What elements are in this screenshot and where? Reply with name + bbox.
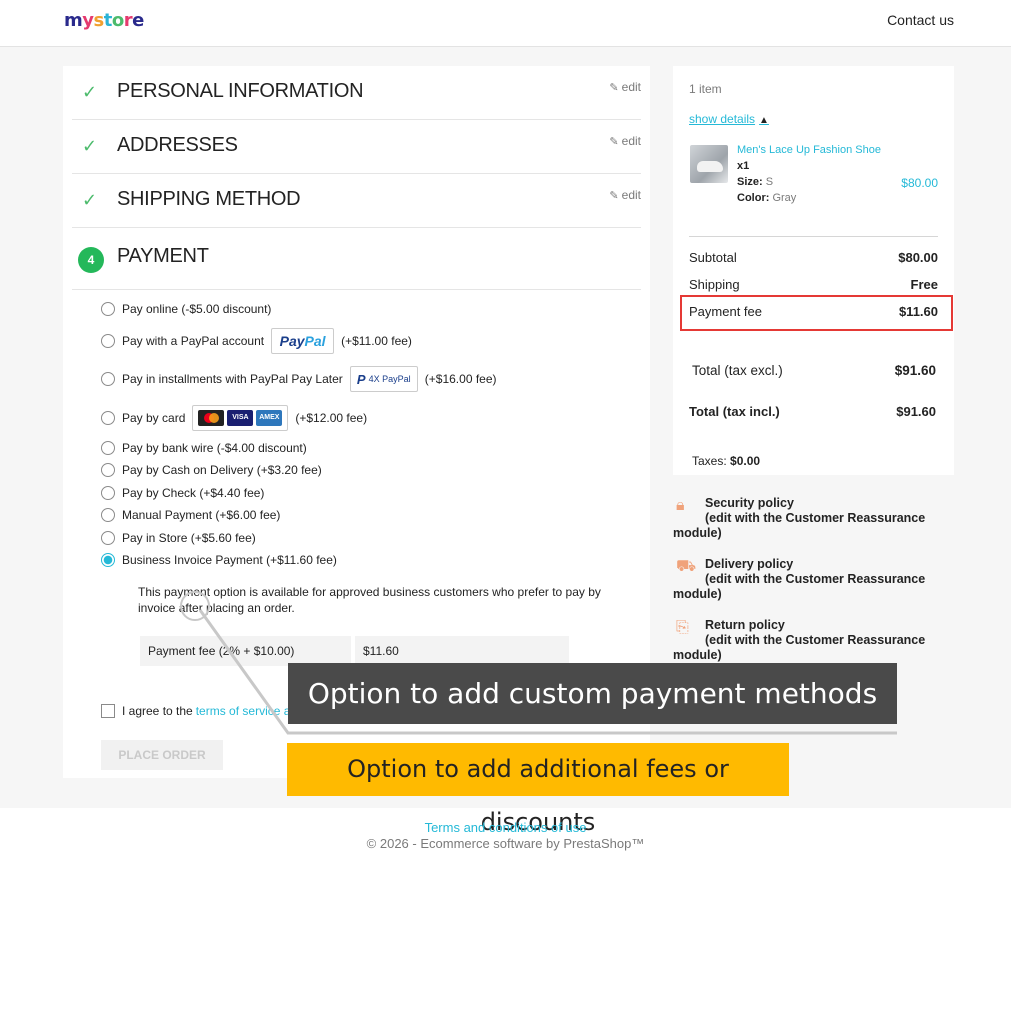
- callout-pointer: [180, 591, 897, 735]
- callout-custom-payment-methods: Option to add custom payment methods: [288, 663, 897, 724]
- copyright: © 2026 - Ecommerce software by PrestaSho…: [366, 836, 645, 851]
- terms-and-conditions-link[interactable]: Terms and conditions of use: [0, 820, 1011, 835]
- callout-additional-fees: Option to add additional fees or discoun…: [287, 743, 789, 836]
